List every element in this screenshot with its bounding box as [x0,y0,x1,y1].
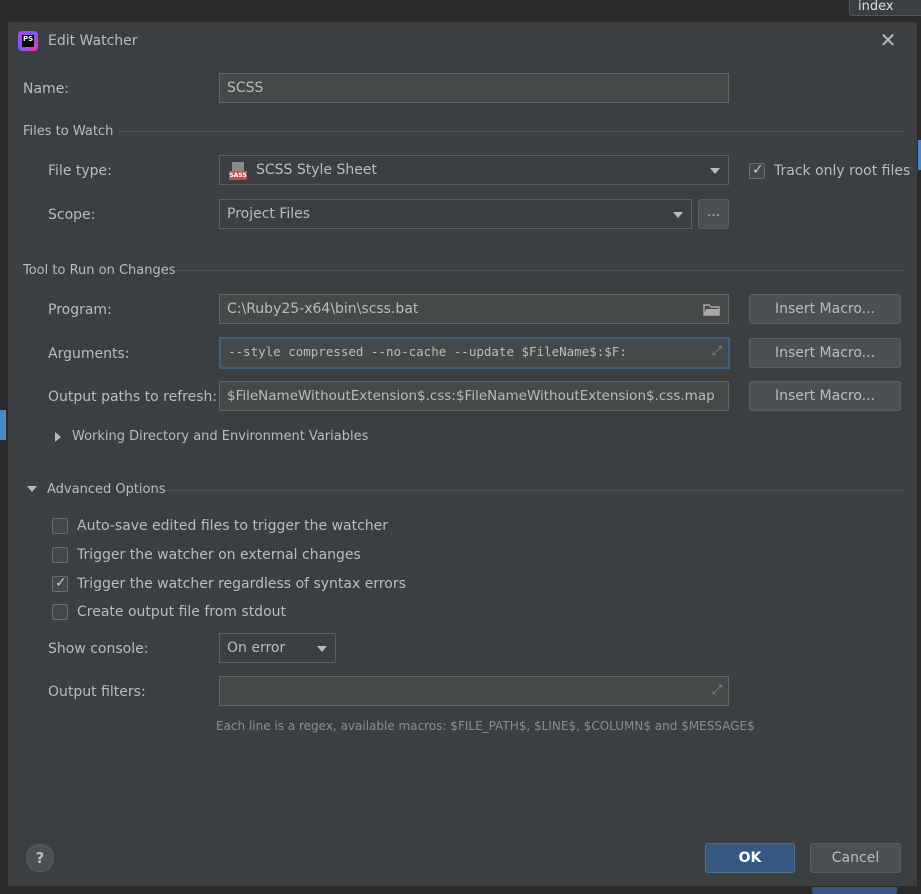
dialog-title: Edit Watcher [48,33,138,49]
output-paths-insert-macro-button[interactable]: Insert Macro... [749,381,901,411]
stdout-checkbox[interactable] [52,604,68,620]
sass-icon: SASS [229,162,247,180]
show-console-dropdown[interactable]: On error [219,633,336,663]
chevron-down-icon [317,646,327,652]
arguments-input[interactable]: --style compressed --no-cache --update $… [219,337,730,369]
external-changes-label: Trigger the watcher on external changes [77,547,361,563]
expand-icon[interactable]: ⤢ [709,339,722,365]
files-to-watch-heading: Files to Watch [23,124,114,139]
arguments-label: Arguments: [48,346,130,362]
section-divider [165,490,904,491]
scope-label: Scope: [48,207,96,223]
output-filters-hint: Each line is a regex, available macros: … [216,719,755,733]
program-label: Program: [48,302,112,318]
chevron-right-icon[interactable] [55,432,61,442]
program-input[interactable]: C:\Ruby25-x64\bin\scss.bat [219,294,729,324]
checkmark-icon: ✓ [752,162,764,178]
tool-section-heading: Tool to Run on Changes [23,263,176,278]
scope-value: Project Files [227,206,311,222]
auto-save-label: Auto-save edited files to trigger the wa… [77,518,389,534]
ok-button[interactable]: OK [705,843,795,873]
arguments-value: --style compressed --no-cache --update $… [228,344,627,359]
file-type-label: File type: [48,163,112,179]
scope-dropdown[interactable]: Project Files [219,199,692,229]
edit-watcher-dialog: PS Edit Watcher ✕ Name: SCSS Files to Wa… [7,21,918,887]
arguments-insert-macro-button[interactable]: Insert Macro... [749,338,901,368]
checkmark-icon: ✓ [55,575,67,591]
file-type-dropdown[interactable]: SASS SCSS Style Sheet [219,155,729,185]
scope-more-button[interactable]: ... [698,199,729,229]
show-console-label: Show console: [48,641,149,657]
help-button[interactable]: ? [26,844,54,872]
external-changes-checkbox[interactable] [52,547,68,563]
output-paths-input[interactable]: $FileNameWithoutExtension$.css:$FileName… [219,381,729,411]
section-divider [176,270,904,271]
chevron-down-icon[interactable] [27,486,37,492]
background-editor-tab[interactable]: index [849,0,921,16]
show-console-value: On error [227,640,286,656]
auto-save-checkbox[interactable] [52,518,68,534]
background-tab-label: index [858,0,894,14]
stdout-label: Create output file from stdout [77,604,286,620]
folder-icon[interactable] [703,303,721,316]
file-type-value: SCSS Style Sheet [256,162,377,178]
close-icon[interactable]: ✕ [878,30,898,50]
name-label: Name: [23,81,70,97]
program-value: C:\Ruby25-x64\bin\scss.bat [227,301,419,317]
working-directory-toggle[interactable]: Working Directory and Environment Variab… [72,429,368,444]
track-root-label: Track only root files [774,163,911,179]
section-divider [119,131,904,132]
track-root-checkbox[interactable]: ✓ [749,162,765,179]
name-input[interactable]: SCSS [219,73,729,103]
expand-icon[interactable]: ⤢ [712,677,722,705]
chevron-down-icon [710,168,720,174]
syntax-errors-checkbox[interactable]: ✓ [52,575,68,592]
phpstorm-icon: PS [18,31,38,51]
background-selection-strip [0,410,6,440]
program-insert-macro-button[interactable]: Insert Macro... [749,294,901,324]
output-filters-input[interactable]: ⤢ [219,676,729,706]
output-paths-label: Output paths to refresh: [48,389,218,405]
syntax-errors-label: Trigger the watcher regardless of syntax… [77,576,406,592]
cancel-button[interactable]: Cancel [810,843,901,873]
advanced-options-toggle[interactable]: Advanced Options [47,482,166,497]
chevron-down-icon [673,212,683,218]
output-filters-label: Output filters: [48,684,146,700]
